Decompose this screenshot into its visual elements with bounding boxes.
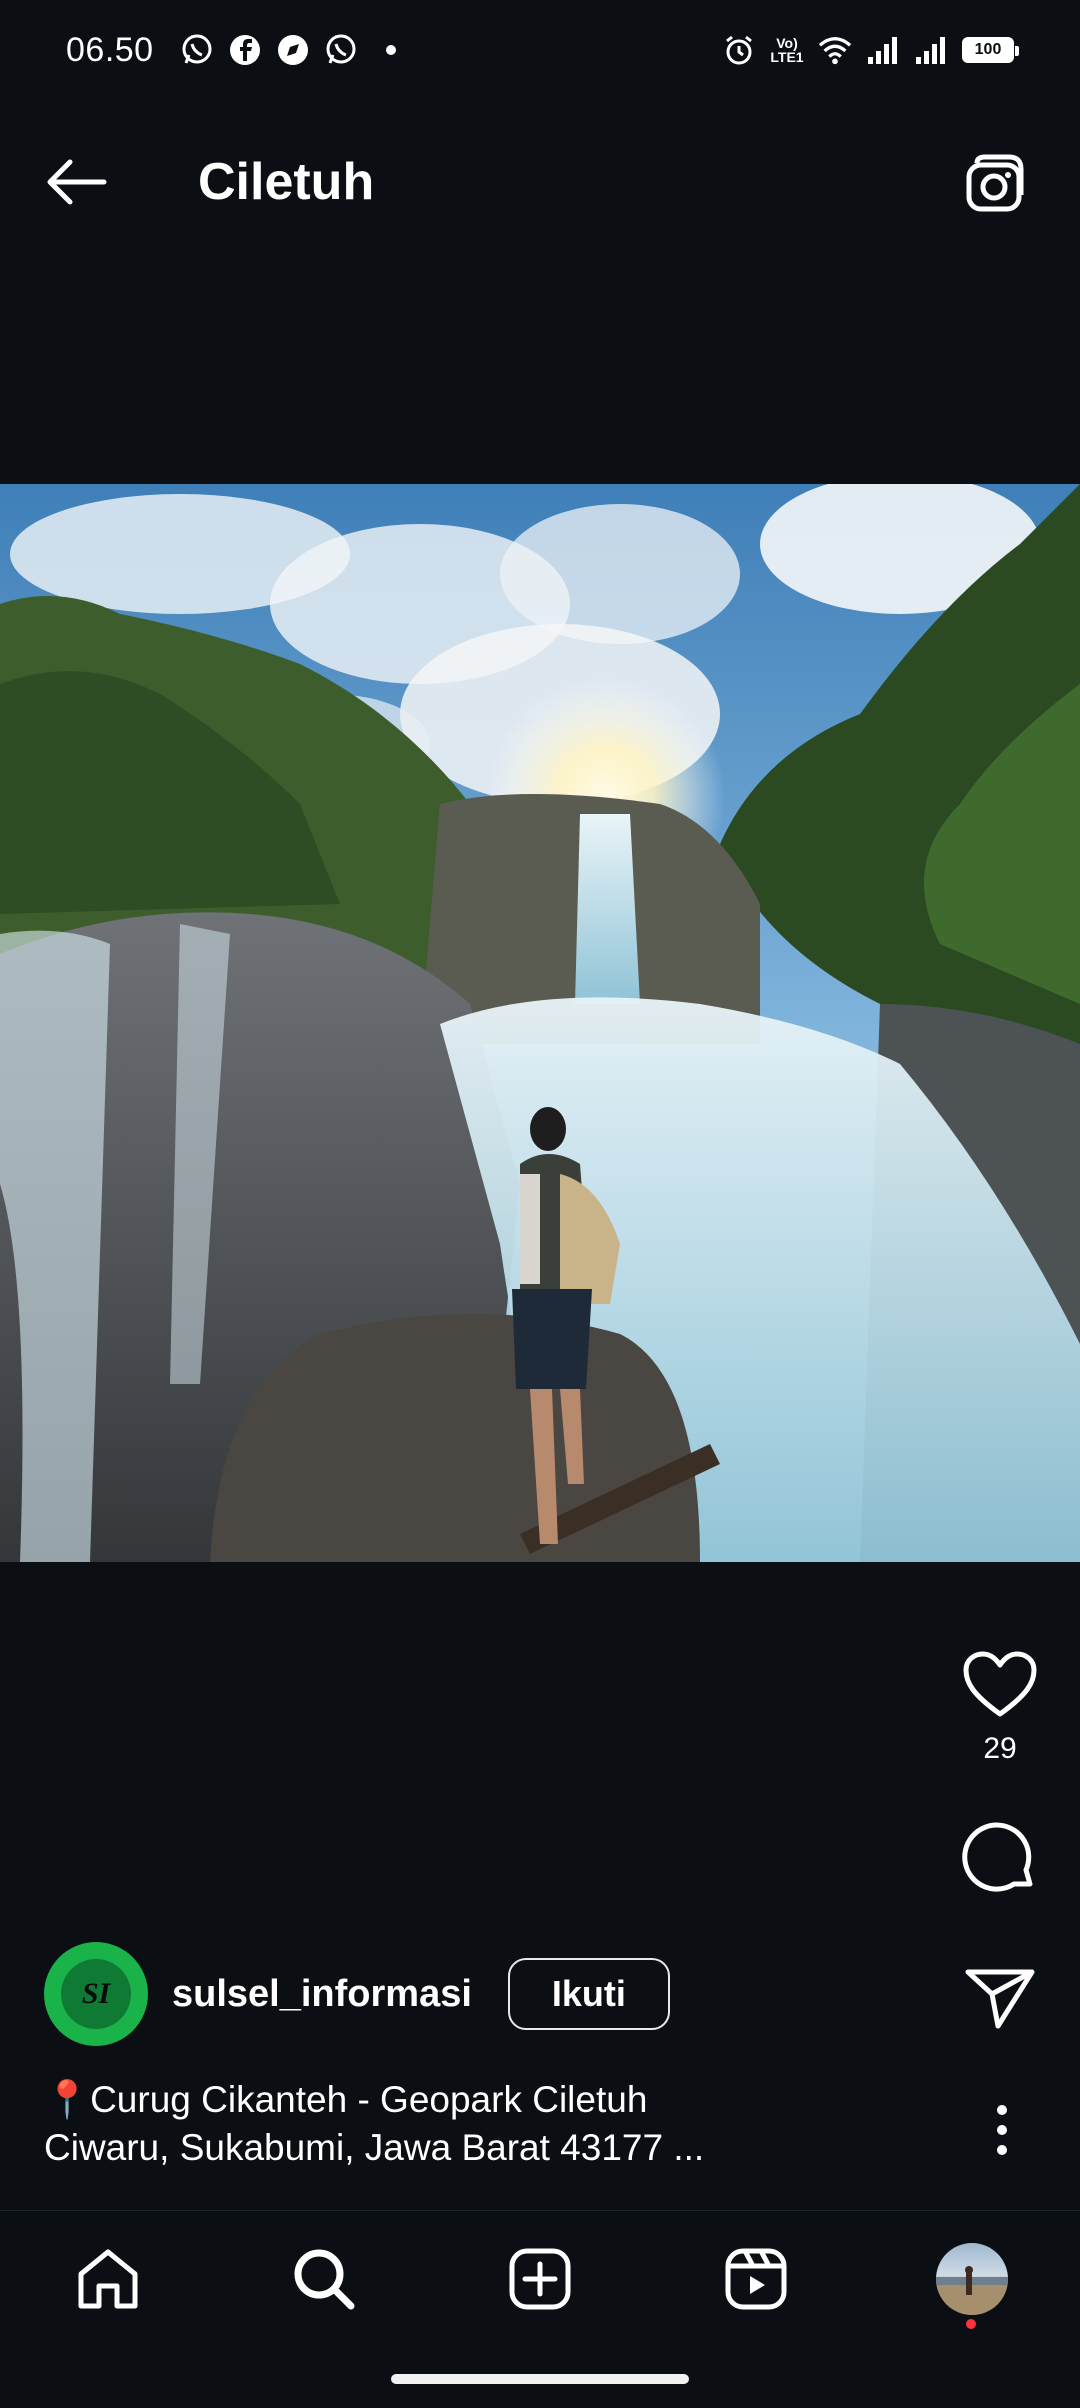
wifi-icon	[818, 33, 852, 67]
comment-action	[920, 1822, 1080, 1898]
back-arrow-icon	[47, 159, 107, 205]
follow-button[interactable]: Ikuti	[507, 1958, 670, 2030]
notification-dot	[385, 45, 396, 55]
status-time: 06.50	[66, 30, 154, 69]
nav-home[interactable]	[68, 2239, 148, 2319]
location-pin-icon: 📍	[44, 2079, 91, 2120]
status-right: Vo) LTE1 100	[722, 33, 1019, 67]
compass-app-icon	[276, 33, 310, 67]
home-icon	[78, 2249, 138, 2309]
facebook-icon	[228, 33, 262, 67]
heart-icon[interactable]	[962, 1650, 1038, 1720]
author-row: SI sulsel_informasi Ikuti	[44, 1942, 670, 2046]
whatsapp-icon	[324, 33, 358, 67]
whatsapp-icon	[180, 33, 214, 67]
lte-label: LTE1	[770, 49, 804, 65]
profile-photo	[936, 2266, 1008, 2315]
alarm-icon	[722, 33, 756, 67]
reels-icon	[725, 2248, 787, 2310]
avatar-badge: SI	[61, 1959, 131, 2029]
signal-icon	[866, 33, 900, 67]
status-bar: 06.50 Vo) LTE1 100	[0, 0, 1080, 100]
search-icon	[294, 2249, 355, 2310]
nav-profile[interactable]	[932, 2239, 1012, 2319]
nav-search[interactable]	[284, 2239, 364, 2319]
camera-button[interactable]	[960, 148, 1030, 218]
bottom-navigation	[0, 2210, 1080, 2350]
author-avatar[interactable]: SI	[44, 1942, 148, 2046]
post-caption[interactable]: 📍Curug Cikanteh - Geopark Ciletuh Ciwaru…	[44, 2076, 944, 2172]
back-button[interactable]	[40, 150, 112, 214]
author-username[interactable]: sulsel_informasi	[172, 1973, 472, 2016]
nav-create[interactable]	[500, 2239, 580, 2319]
comment-icon[interactable]	[962, 1822, 1038, 1898]
caption-location: Curug Cikanteh - Geopark Ciletuh	[90, 2079, 648, 2120]
caption-line-2: Ciwaru, Sukabumi, Jawa Barat 43177 ...	[44, 2127, 705, 2168]
more-vertical-icon	[997, 2105, 1007, 2155]
status-left: 06.50	[66, 31, 396, 70]
app-root: 06.50 Vo) LTE1 100 Ciletuh 29 SI sulsel_…	[0, 0, 1080, 2408]
like-action: 29	[920, 1650, 1080, 1766]
profile-avatar	[936, 2243, 1008, 2315]
nav-reels[interactable]	[716, 2239, 796, 2319]
caption-line-1: 📍Curug Cikanteh - Geopark Ciletuh	[44, 2076, 944, 2124]
avatar-logo: SI	[81, 1977, 111, 2010]
header: Ciletuh	[0, 100, 1080, 265]
camera-icon	[966, 154, 1024, 212]
volte-label: Vo)	[776, 35, 798, 51]
waterfall-photo	[0, 484, 1080, 1562]
post-photo[interactable]	[0, 484, 1080, 1562]
page-title: Ciletuh	[198, 153, 375, 211]
create-post-icon	[509, 2248, 571, 2310]
volte-icon: Vo) LTE1	[770, 33, 804, 67]
signal-icon	[914, 33, 948, 67]
battery-indicator: 100	[962, 37, 1019, 63]
share-action	[920, 1966, 1080, 2030]
send-icon[interactable]	[964, 1966, 1036, 2030]
more-options-button[interactable]	[962, 2098, 1042, 2162]
profile-notification-dot	[966, 2319, 976, 2329]
like-count[interactable]: 29	[983, 1732, 1016, 1766]
home-indicator[interactable]	[391, 2374, 689, 2384]
